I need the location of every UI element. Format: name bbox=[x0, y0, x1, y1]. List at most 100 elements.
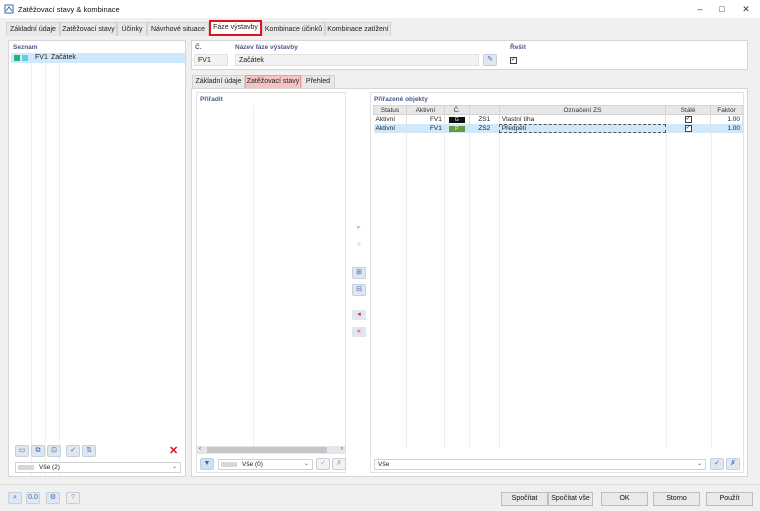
row-name: Vlastní tíha bbox=[499, 114, 667, 124]
units-icon[interactable]: 0.0 bbox=[26, 492, 40, 504]
cancel-button[interactable]: Storno bbox=[653, 492, 700, 506]
list-item-code: FV1 bbox=[35, 54, 48, 61]
scroll-right-icon[interactable]: › bbox=[341, 446, 343, 452]
loadcase-content: Přiřadit ‹ › ▼ Vše (0) ⌄ ✓ ✗ ▸ » ⊞ ⊟ ◂ «… bbox=[191, 88, 748, 477]
title-bar: Zatěžovací stavy & kombinace – □ ✕ bbox=[0, 0, 760, 18]
ok-button[interactable]: OK bbox=[601, 492, 648, 506]
col-name[interactable]: Označení ZS bbox=[498, 105, 667, 115]
assigned-header: Přiřazené objekty bbox=[374, 96, 428, 103]
row-number: ZS2 bbox=[469, 123, 500, 133]
subtab-zakladni-udaje[interactable]: Základní údaje bbox=[192, 75, 245, 88]
check-all-icon[interactable]: ✓ bbox=[710, 458, 724, 470]
subtab-zatezovaci-stavy[interactable]: Zatěžovací stavy bbox=[245, 75, 301, 88]
assign-settings-icon[interactable]: ⊞ bbox=[352, 267, 366, 279]
assigned-panel: Přiřazené objekty Status Aktivní Č. Ozna… bbox=[370, 92, 744, 473]
row-permanent-checkbox[interactable]: ✓ bbox=[684, 125, 692, 132]
calculate-button[interactable]: Spočítat bbox=[501, 492, 548, 506]
uncheck-all-icon[interactable]: ✗ bbox=[726, 458, 740, 470]
col-active[interactable]: Aktivní bbox=[405, 105, 445, 115]
move-all-left-icon[interactable]: « bbox=[352, 327, 366, 337]
tab-zakladni-udaje[interactable]: Základní údaje bbox=[6, 22, 60, 36]
assign-filter-value: Vše (0) bbox=[242, 461, 263, 468]
rename-icon[interactable]: ⊡ bbox=[47, 445, 61, 457]
detail-header: Č. FV1 Název fáze výstavby Začátek ✎ Řeš… bbox=[191, 40, 748, 70]
search-icon[interactable]: ⌕ bbox=[8, 492, 22, 504]
tab-kombinace-zatizeni[interactable]: Kombinace zatížení bbox=[325, 22, 391, 36]
number-label: Č. bbox=[195, 44, 202, 51]
row-name: Předpětí bbox=[499, 123, 667, 133]
row-active[interactable]: FV1 bbox=[406, 114, 445, 124]
color-swatch-icon bbox=[22, 55, 28, 61]
maximize-button[interactable]: □ bbox=[710, 0, 734, 18]
loadcase-tag-g: G bbox=[448, 116, 465, 123]
table-row[interactable]: Aktivní FV1 P ZS2 Předpětí ✓ 1.00 bbox=[373, 123, 743, 133]
sort-icon[interactable]: ⇅ bbox=[82, 445, 96, 457]
list-filter-value: Vše (2) bbox=[39, 464, 60, 471]
scroll-thumb[interactable] bbox=[207, 447, 327, 453]
row-factor[interactable]: 1.00 bbox=[710, 123, 743, 133]
minimize-button[interactable]: – bbox=[688, 0, 712, 18]
tab-navrhove-situace[interactable]: Návrhové situace bbox=[147, 22, 209, 36]
row-active[interactable]: FV1 bbox=[406, 123, 445, 133]
app-icon bbox=[4, 4, 14, 14]
help-icon[interactable]: ? bbox=[66, 492, 80, 504]
uncheck-all-icon[interactable]: ✗ bbox=[332, 458, 346, 470]
apply-button[interactable]: Použít bbox=[706, 492, 753, 506]
check-all-icon[interactable]: ✓ bbox=[316, 458, 330, 470]
assign-filter-select[interactable]: Vše (0) ⌄ bbox=[218, 459, 313, 470]
list-panel: Seznam FV1 Začátek ▭ ⧉ ⊡ ✓ ⇅ ✕ Vše (2) ⌄ bbox=[8, 40, 186, 477]
move-left-icon[interactable]: ◂ bbox=[352, 310, 366, 320]
scroll-left-icon[interactable]: ‹ bbox=[199, 446, 201, 452]
delete-icon[interactable]: ✕ bbox=[169, 444, 178, 457]
col-factor[interactable]: Faktor bbox=[710, 105, 743, 115]
number-field[interactable]: FV1 bbox=[194, 54, 228, 66]
filter-swatch bbox=[221, 462, 237, 467]
copy-icon[interactable]: ⧉ bbox=[31, 445, 45, 457]
move-all-right-icon[interactable]: » bbox=[352, 240, 366, 250]
list-item-name: Začátek bbox=[51, 54, 76, 61]
list-item[interactable]: FV1 Začátek bbox=[11, 53, 185, 63]
assign-header: Přiřadit bbox=[200, 96, 223, 103]
chevron-down-icon: ⌄ bbox=[303, 461, 309, 467]
name-label: Název fáze výstavby bbox=[235, 44, 298, 51]
col-number-code[interactable] bbox=[468, 105, 500, 115]
move-right-icon[interactable]: ▸ bbox=[352, 223, 366, 233]
row-factor[interactable]: 1.00 bbox=[710, 114, 743, 124]
horizontal-scrollbar[interactable]: ‹ › bbox=[197, 446, 345, 454]
solve-checkbox[interactable]: ✓ bbox=[510, 56, 517, 64]
footer-divider bbox=[0, 484, 760, 485]
list-filter-select[interactable]: Vše (2) ⌄ bbox=[15, 462, 181, 473]
edit-icon[interactable]: ✎ bbox=[483, 54, 497, 66]
filter-icon[interactable]: ▼ bbox=[200, 458, 214, 470]
tab-ucinky[interactable]: Účinky bbox=[117, 22, 147, 36]
chevron-down-icon: ⌄ bbox=[171, 464, 177, 470]
close-button[interactable]: ✕ bbox=[734, 0, 758, 18]
row-status: Aktivní bbox=[373, 123, 407, 133]
row-number: ZS1 bbox=[469, 114, 500, 124]
col-permanent[interactable]: Stálé bbox=[665, 105, 712, 115]
assigned-filter-value: Vše bbox=[378, 461, 390, 468]
loadcase-tag-p: P bbox=[448, 125, 465, 132]
tab-kombinace-ucinku[interactable]: Kombinace účinků bbox=[262, 22, 325, 36]
calculate-all-button[interactable]: Spočítat vše bbox=[548, 492, 593, 506]
name-field[interactable]: Začátek bbox=[235, 54, 479, 66]
assigned-table: Status Aktivní Č. Označení ZS Stálé Fakt… bbox=[373, 105, 743, 133]
assign-edit-icon[interactable]: ⊟ bbox=[352, 284, 366, 296]
col-status[interactable]: Status bbox=[373, 105, 407, 115]
col-number[interactable]: Č. bbox=[443, 105, 470, 115]
tab-zatezovaci-stavy[interactable]: Zatěžovací stavy bbox=[60, 22, 117, 36]
list-header: Seznam bbox=[13, 44, 38, 51]
check-all-icon[interactable]: ✓ bbox=[66, 445, 80, 457]
filter-swatch bbox=[18, 465, 34, 470]
row-permanent-checkbox[interactable]: ✓ bbox=[684, 116, 692, 124]
window-title: Zatěžovací stavy & kombinace bbox=[18, 5, 120, 14]
chevron-down-icon: ⌄ bbox=[696, 461, 702, 467]
tab-faze-vystavby[interactable]: Fáze výstavby bbox=[209, 20, 262, 36]
assign-panel: Přiřadit ‹ › ▼ Vše (0) ⌄ ✓ ✗ bbox=[196, 92, 346, 473]
assigned-filter-select[interactable]: Vše ⌄ bbox=[374, 459, 706, 470]
settings-icon[interactable]: ⚙ bbox=[46, 492, 60, 504]
subtab-prehled[interactable]: Přehled bbox=[301, 75, 335, 88]
new-icon[interactable]: ▭ bbox=[15, 445, 29, 457]
table-row[interactable]: Aktivní FV1 G ZS1 Vlastní tíha ✓ 1.00 bbox=[373, 114, 743, 124]
row-status: Aktivní bbox=[373, 114, 407, 124]
